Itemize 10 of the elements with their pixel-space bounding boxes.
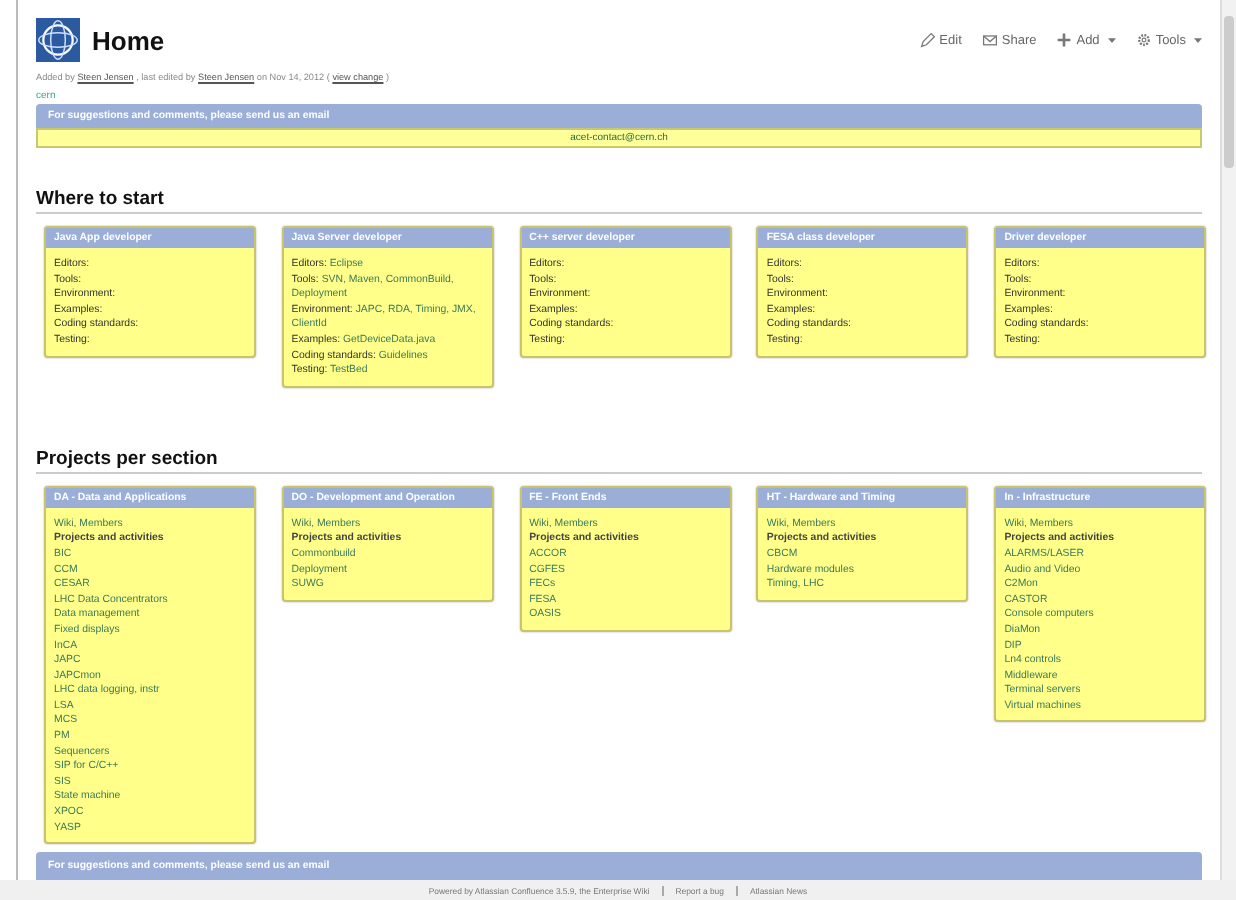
page-title: Home (92, 25, 165, 55)
section-heading: Projects per section (36, 447, 1202, 474)
envelope-icon (981, 32, 998, 48)
section-heading: Where to start (36, 188, 1202, 214)
pencil-icon (919, 32, 936, 48)
gear-icon (1135, 32, 1152, 48)
caret-icon (1194, 37, 1202, 43)
plus-icon (1056, 32, 1073, 48)
caret-icon (1107, 37, 1116, 43)
logo-icon (36, 18, 80, 62)
